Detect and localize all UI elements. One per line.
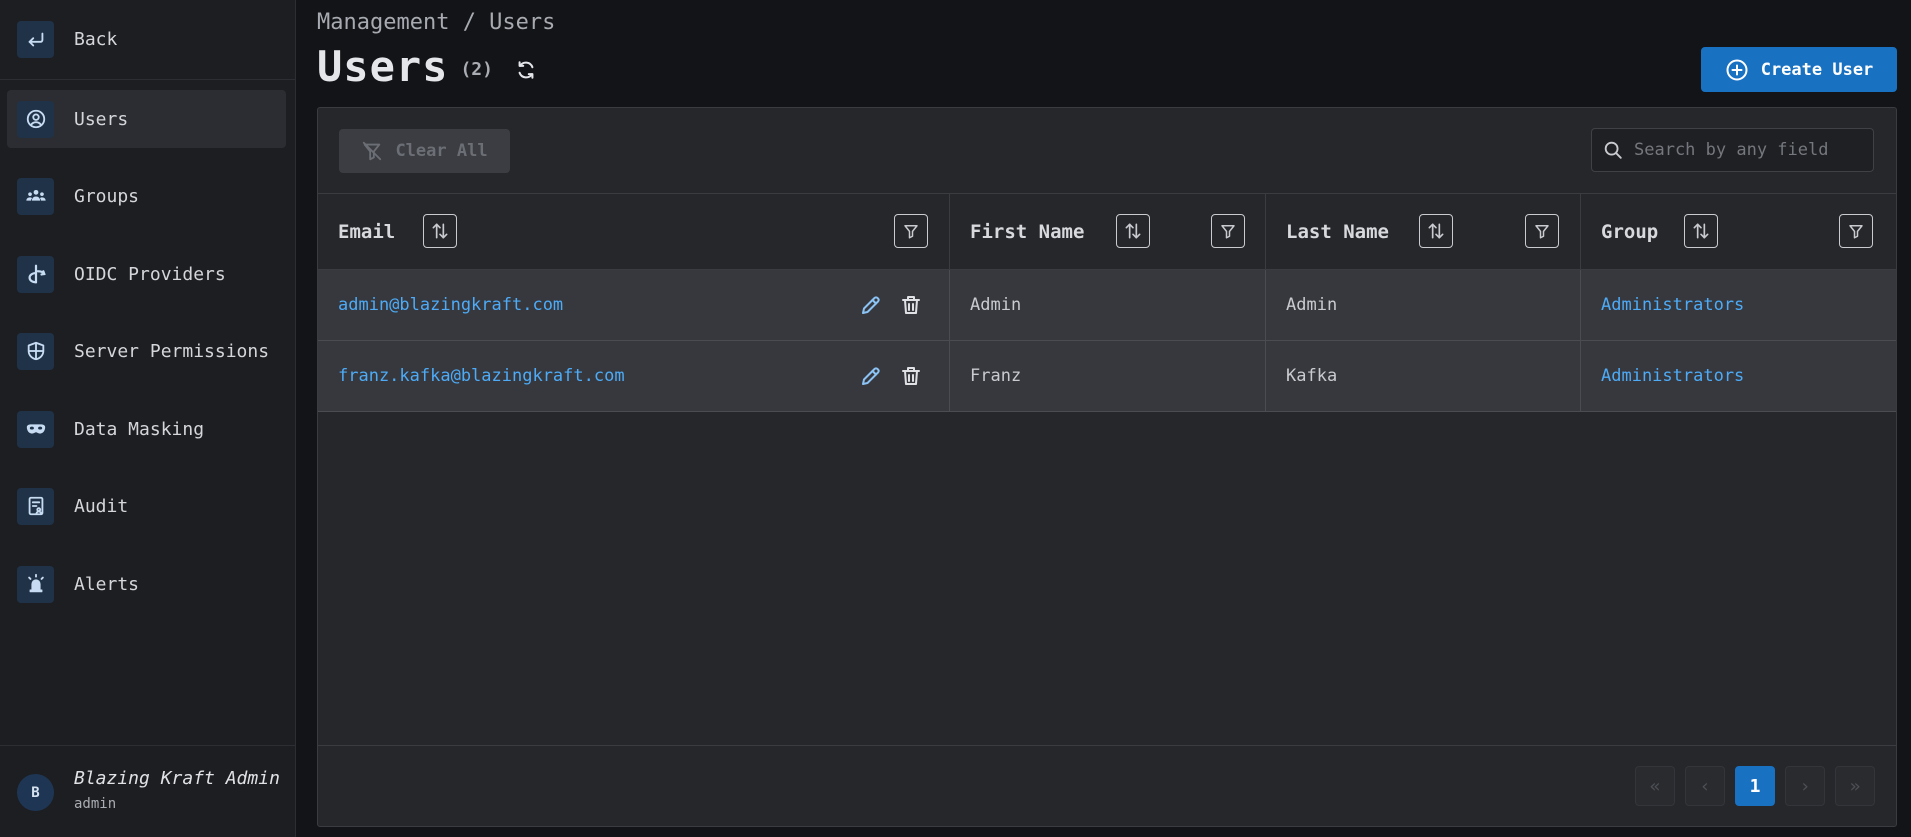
group-link[interactable]: Administrators — [1601, 366, 1744, 386]
sort-icon[interactable] — [1684, 214, 1718, 248]
column-header-group: Group — [1581, 194, 1896, 269]
last-page-button[interactable]: » — [1835, 766, 1875, 806]
audit-icon — [17, 487, 54, 525]
sidebar-item-data-masking[interactable]: Data Masking — [7, 400, 286, 458]
search-icon — [1602, 139, 1624, 161]
oidc-icon — [17, 255, 54, 293]
users-table-panel: Clear All Email First Name — [317, 107, 1897, 827]
alarm-icon — [17, 565, 54, 603]
sidebar-item-groups[interactable]: Groups — [7, 167, 286, 225]
table-row: admin@blazingkraft.com Admin Admin Admin… — [318, 270, 1896, 341]
column-label: Email — [338, 220, 396, 243]
group-cell: Administrators — [1581, 341, 1896, 411]
group-cell: Administrators — [1581, 270, 1896, 340]
user-name: Blazing Kraft Admin — [74, 768, 280, 789]
column-label: Group — [1601, 220, 1659, 243]
search-box[interactable] — [1591, 128, 1874, 172]
last-name-cell: Admin — [1266, 270, 1581, 340]
column-label: Last Name — [1286, 220, 1389, 243]
sidebar-item-label: OIDC Providers — [74, 263, 226, 285]
column-header-last-name: Last Name — [1266, 194, 1581, 269]
edit-pencil-icon[interactable] — [859, 293, 883, 317]
table-toolbar: Clear All — [318, 108, 1896, 194]
first-name-cell: Franz — [950, 341, 1266, 411]
filter-icon[interactable] — [1839, 214, 1873, 248]
user-footer: B Blazing Kraft Admin admin — [0, 745, 296, 837]
sort-icon[interactable] — [1116, 214, 1150, 248]
first-name-cell: Admin — [950, 270, 1266, 340]
back-arrow-icon — [17, 21, 54, 58]
email-link[interactable]: admin@blazingkraft.com — [338, 295, 563, 315]
groups-icon — [17, 177, 54, 215]
user-role: admin — [74, 796, 117, 812]
next-page-button[interactable]: › — [1785, 766, 1825, 806]
sidebar-item-label: Users — [74, 108, 129, 130]
page-button-current[interactable]: 1 — [1735, 766, 1775, 806]
back-label: Back — [74, 29, 118, 50]
clear-all-button[interactable]: Clear All — [339, 129, 510, 173]
pagination-bar: « ‹ 1 › » — [318, 745, 1896, 826]
sidebar-item-audit[interactable]: Audit — [7, 477, 286, 535]
first-name-text: Franz — [970, 366, 1022, 386]
email-link[interactable]: franz.kafka@blazingkraft.com — [338, 366, 625, 386]
email-cell: admin@blazingkraft.com — [318, 270, 950, 340]
sidebar-item-label: Alerts — [74, 573, 140, 595]
sidebar-item-label: Server Permissions — [74, 340, 270, 362]
column-header-email: Email — [318, 194, 950, 269]
last-name-text: Kafka — [1286, 366, 1338, 386]
title-row: Users (2) — [317, 42, 537, 91]
user-circle-icon — [17, 100, 54, 138]
plus-circle-icon — [1725, 58, 1749, 82]
last-name-cell: Kafka — [1266, 341, 1581, 411]
avatar: B — [17, 774, 54, 811]
sort-icon[interactable] — [1419, 214, 1453, 248]
clear-all-label: Clear All — [395, 141, 488, 161]
sidebar-item-users[interactable]: Users — [7, 90, 286, 148]
create-user-button[interactable]: Create User — [1701, 47, 1897, 92]
sidebar: Back Users Groups OIDC Providers Server … — [0, 0, 296, 837]
breadcrumb: Management / Users — [317, 10, 556, 35]
page-title: Users — [317, 42, 449, 91]
column-header-first-name: First Name — [950, 194, 1266, 269]
group-link[interactable]: Administrators — [1601, 295, 1744, 315]
filter-off-icon — [361, 140, 383, 162]
first-name-text: Admin — [970, 295, 1022, 315]
sidebar-item-label: Audit — [74, 495, 129, 517]
table-row: franz.kafka@blazingkraft.com Franz Kafka… — [318, 341, 1896, 412]
email-cell: franz.kafka@blazingkraft.com — [318, 341, 950, 411]
refresh-icon[interactable] — [515, 59, 537, 81]
filter-icon[interactable] — [1525, 214, 1559, 248]
sidebar-item-label: Groups — [74, 185, 140, 207]
prev-page-button[interactable]: ‹ — [1685, 766, 1725, 806]
table-header-row: Email First Name Last Name Group — [318, 194, 1896, 270]
filter-icon[interactable] — [1211, 214, 1245, 248]
filter-icon[interactable] — [894, 214, 928, 248]
delete-trash-icon[interactable] — [899, 364, 923, 388]
mask-icon — [17, 410, 54, 448]
shield-icon — [17, 332, 54, 370]
search-input[interactable] — [1632, 139, 1866, 161]
sidebar-item-server-permissions[interactable]: Server Permissions — [7, 322, 286, 380]
column-label: First Name — [970, 220, 1085, 243]
sort-icon[interactable] — [423, 214, 457, 248]
last-name-text: Admin — [1286, 295, 1338, 315]
user-count: (2) — [460, 59, 493, 80]
sidebar-item-alerts[interactable]: Alerts — [7, 555, 286, 613]
back-button[interactable]: Back — [0, 0, 296, 80]
edit-pencil-icon[interactable] — [859, 364, 883, 388]
delete-trash-icon[interactable] — [899, 293, 923, 317]
sidebar-item-oidc-providers[interactable]: OIDC Providers — [7, 245, 286, 303]
first-page-button[interactable]: « — [1635, 766, 1675, 806]
sidebar-item-label: Data Masking — [74, 418, 205, 440]
create-user-label: Create User — [1760, 59, 1874, 80]
